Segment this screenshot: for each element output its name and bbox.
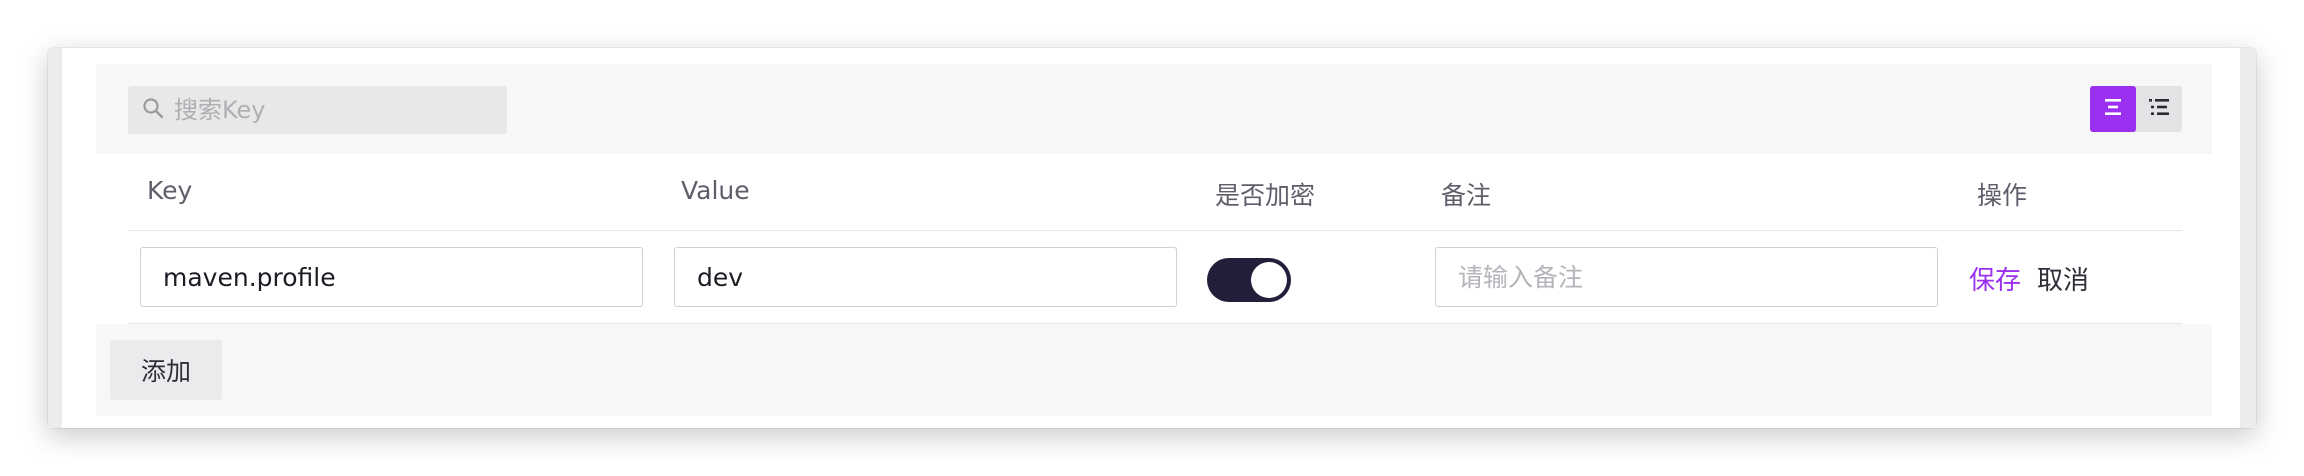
list-view-button[interactable] <box>2090 86 2136 132</box>
view-toggle <box>2090 86 2182 132</box>
list-icon <box>2101 95 2125 123</box>
column-header-encrypted: 是否加密 <box>1215 181 1316 210</box>
save-link[interactable]: 保存 <box>1969 260 2021 297</box>
value-field[interactable] <box>674 247 1177 307</box>
value-input[interactable] <box>697 262 1176 292</box>
remark-input[interactable] <box>1458 262 1937 292</box>
header-divider <box>128 230 2182 231</box>
column-header-value: Value <box>681 176 750 205</box>
encrypt-toggle[interactable] <box>1207 258 1291 302</box>
column-header-key: Key <box>147 176 193 205</box>
search-input[interactable] <box>174 96 494 124</box>
search-box[interactable] <box>128 86 507 134</box>
detail-list-icon <box>2147 95 2171 123</box>
window-left-edge <box>48 48 62 428</box>
row-divider <box>128 323 2182 324</box>
remark-field[interactable] <box>1435 247 1938 307</box>
column-header-remark: 备注 <box>1441 181 1492 210</box>
toggle-knob <box>1251 262 1287 298</box>
window-right-edge <box>2240 48 2256 428</box>
key-field[interactable] <box>140 247 643 307</box>
add-button[interactable]: 添加 <box>110 340 222 400</box>
column-header-actions: 操作 <box>1977 181 2028 210</box>
search-icon <box>142 97 164 123</box>
cancel-link[interactable]: 取消 <box>2037 260 2089 297</box>
detail-view-button[interactable] <box>2136 86 2182 132</box>
key-input[interactable] <box>163 262 642 292</box>
